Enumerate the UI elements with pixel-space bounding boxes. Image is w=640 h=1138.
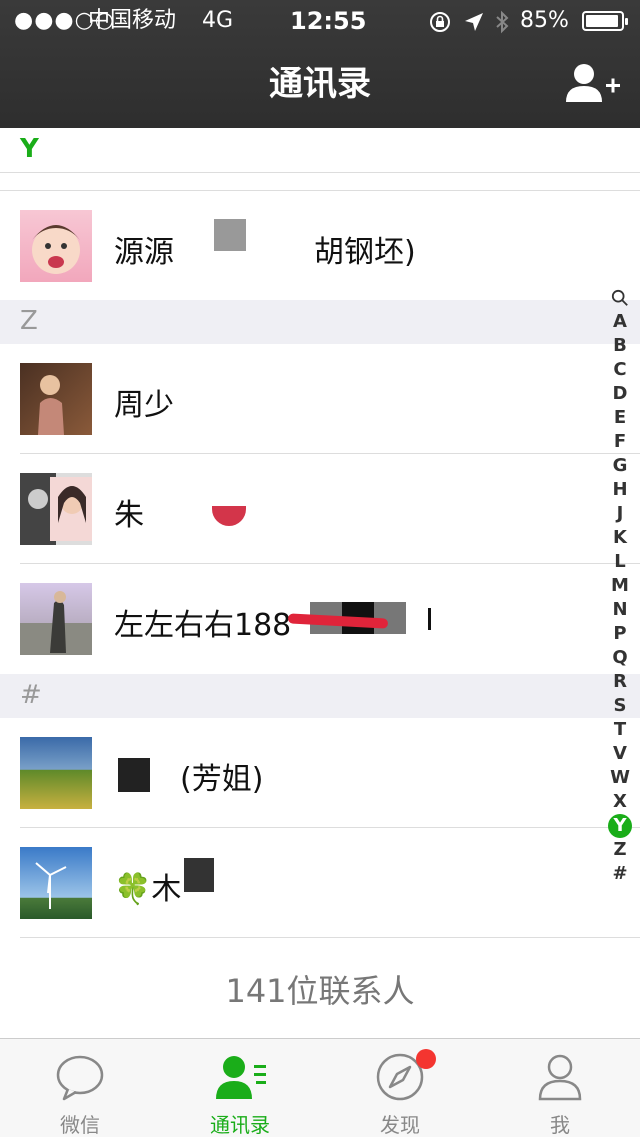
index-letter-f[interactable]: F: [606, 430, 634, 454]
contact-name: (芳姐): [180, 762, 264, 797]
contact-row[interactable]: 周少: [0, 344, 640, 454]
chat-bubble-icon: [56, 1055, 104, 1101]
index-letter-p[interactable]: P: [606, 622, 634, 646]
contact-name: 朱: [114, 498, 144, 533]
tab-label: 我: [550, 1113, 570, 1137]
avatar: [20, 847, 92, 919]
contact-name: 🍀木: [114, 872, 182, 907]
index-letter-j[interactable]: J: [606, 502, 634, 526]
tab-label: 微信: [60, 1113, 100, 1137]
tab-label: 通讯录: [210, 1113, 270, 1137]
index-letter-l[interactable]: L: [606, 550, 634, 574]
tab-me[interactable]: 我: [480, 1039, 640, 1137]
redaction-block: [184, 858, 214, 892]
alphabet-index-bar[interactable]: A B C D E F G H J K L M N P Q R S T V W X Y Z #: [606, 286, 634, 886]
contact-row[interactable]: 🍀木: [0, 828, 640, 938]
tab-label: 发现: [380, 1113, 420, 1137]
index-letter-w[interactable]: W: [606, 766, 634, 790]
avatar: [20, 737, 92, 809]
index-letter-k[interactable]: K: [606, 526, 634, 550]
index-letter-q[interactable]: Q: [606, 646, 634, 670]
redaction-block: [214, 219, 246, 251]
location-arrow-icon: [465, 13, 483, 31]
index-letter-v[interactable]: V: [606, 742, 634, 766]
index-letter-s[interactable]: S: [606, 694, 634, 718]
contact-row[interactable]: 朱: [0, 454, 640, 564]
index-letter-m[interactable]: M: [606, 574, 634, 598]
index-letter-a[interactable]: A: [606, 310, 634, 334]
add-contact-icon[interactable]: [562, 60, 622, 110]
contact-name: 源源 胡钢坯): [114, 235, 416, 270]
index-letter-g[interactable]: G: [606, 454, 634, 478]
index-letter-d[interactable]: D: [606, 382, 634, 406]
header: ●●●○○ 中国移动 4G 12:55 85% 通讯录: [0, 0, 640, 128]
index-letter-hash[interactable]: #: [606, 862, 634, 886]
avatar: [20, 583, 92, 655]
contact-count: 141位联系人: [225, 972, 415, 1010]
bluetooth-icon: [496, 10, 509, 34]
clock: 12:55: [290, 7, 367, 35]
tab-chats[interactable]: 微信: [0, 1039, 160, 1137]
contact-name: 左左右右188: [114, 608, 292, 643]
avatar: [20, 210, 92, 282]
index-search-icon[interactable]: [606, 286, 634, 310]
index-letter-h[interactable]: H: [606, 478, 634, 502]
avatar: [20, 363, 92, 435]
avatar: [20, 473, 92, 545]
battery-icon: [582, 11, 628, 31]
text-fragment: [428, 608, 431, 630]
network-type: 4G: [202, 8, 234, 33]
index-letter-x[interactable]: X: [606, 790, 634, 814]
tab-discover[interactable]: 发现: [320, 1039, 480, 1137]
notification-badge: [416, 1049, 436, 1069]
rotation-lock-icon: [430, 12, 450, 32]
index-letter-b[interactable]: B: [606, 334, 634, 358]
redaction-block: [212, 506, 246, 526]
section-header-hash: #: [0, 674, 640, 718]
index-letter-e[interactable]: E: [606, 406, 634, 430]
battery-percent: 85%: [520, 8, 569, 33]
contacts-icon: [216, 1056, 266, 1099]
index-letter-z[interactable]: Z: [606, 838, 634, 862]
row-divider: [20, 937, 640, 938]
redaction-block: [118, 758, 150, 792]
section-header-z: Z: [0, 300, 640, 344]
status-bar: ●●●○○ 中国移动 4G 12:55 85%: [0, 0, 640, 42]
contact-row[interactable]: (芳姐): [0, 718, 640, 828]
index-letter-c[interactable]: C: [606, 358, 634, 382]
index-letter-y[interactable]: Y: [608, 814, 632, 838]
section-header-y: Y: [0, 128, 640, 173]
contact-row[interactable]: 左左右右188: [0, 564, 640, 674]
index-letter-r[interactable]: R: [606, 670, 634, 694]
index-letter-n[interactable]: N: [606, 598, 634, 622]
tab-contacts[interactable]: 通讯录: [160, 1039, 320, 1137]
index-letter-t[interactable]: T: [606, 718, 634, 742]
contact-name: 周少: [114, 388, 174, 423]
contact-row[interactable]: 源源 胡钢坯): [0, 190, 640, 301]
person-icon: [538, 1054, 582, 1101]
tab-bar: 微信 通讯录 发现 我: [0, 1038, 640, 1137]
carrier-name: 中国移动: [88, 8, 177, 33]
page-title: 通讯录: [269, 64, 371, 104]
